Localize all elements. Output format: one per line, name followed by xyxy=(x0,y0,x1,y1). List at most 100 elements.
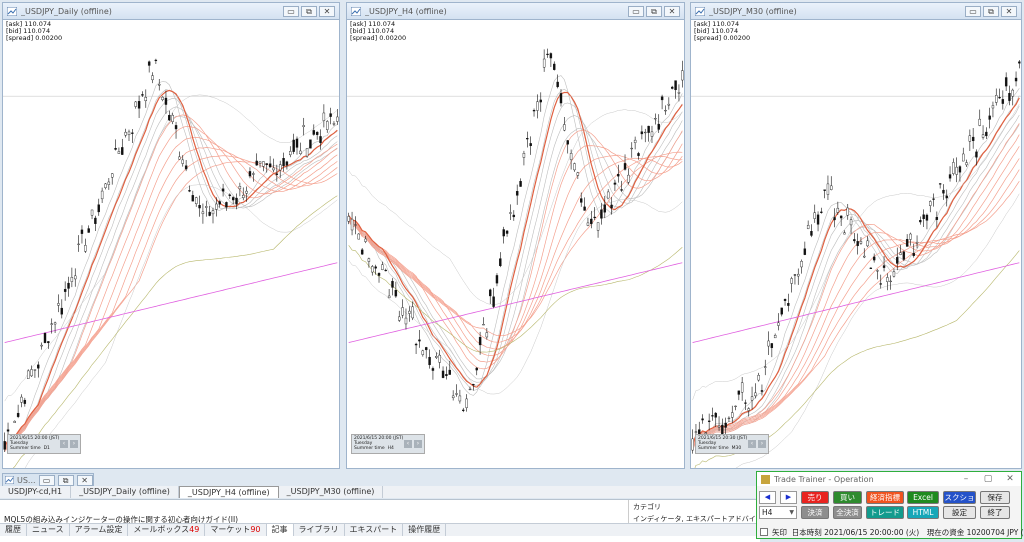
close-button[interactable]: ✕ xyxy=(319,5,335,17)
chart-canvas[interactable] xyxy=(347,20,684,468)
trainer-button[interactable]: 経済指標 xyxy=(866,491,904,504)
panel-next-button[interactable]: › xyxy=(758,440,766,448)
candle-body xyxy=(30,369,33,377)
candle-body xyxy=(326,121,329,130)
ma-line xyxy=(4,147,338,450)
minimize-button[interactable]: ▭ xyxy=(628,5,644,17)
panel-summer: Summer time xyxy=(10,446,41,451)
candle-body xyxy=(84,245,87,252)
toolbox-tab[interactable]: ニュース xyxy=(27,524,70,536)
toolbox-tab[interactable]: 履歴 xyxy=(0,524,27,536)
maximize-button[interactable]: ⧉ xyxy=(646,5,662,17)
close-button[interactable]: ✕ xyxy=(76,474,93,486)
chart-window-m30[interactable]: _USDJPY_M30 (offline) ▭ ⧉ ✕ [ask] 110.07… xyxy=(690,2,1022,469)
candle-body xyxy=(299,150,302,155)
candle-body xyxy=(899,252,902,255)
chart-canvas[interactable] xyxy=(3,20,339,468)
candle-body xyxy=(674,80,677,91)
price-chart[interactable] xyxy=(3,20,339,468)
candle-body xyxy=(127,131,131,136)
candle-body xyxy=(354,224,357,226)
candle-body xyxy=(445,374,448,377)
price-chart[interactable] xyxy=(691,20,1021,468)
next-bar-button[interactable]: ▶ xyxy=(780,491,797,504)
minimize-button[interactable]: ▭ xyxy=(283,5,299,17)
trainer-button[interactable]: 決済 xyxy=(801,506,829,519)
trainer-maximize-button[interactable]: ▢ xyxy=(977,474,999,484)
ma-line xyxy=(348,102,683,386)
candle-body xyxy=(823,189,826,191)
restore-button[interactable]: ▭ xyxy=(38,474,55,486)
chart-titlebar[interactable]: _USDJPY_Daily (offline) ▭ ⧉ ✕ xyxy=(3,3,339,20)
maximize-button[interactable]: ⧉ xyxy=(57,474,74,486)
panel-prev-button[interactable]: ‹ xyxy=(404,440,412,448)
trainer-button[interactable]: 売り xyxy=(801,491,829,504)
toolbox-tab[interactable]: 記事 xyxy=(266,524,294,536)
chart-titlebar[interactable]: _USDJPY_H4 (offline) ▭ ⧉ ✕ xyxy=(347,3,684,20)
trainer-button[interactable]: 買い xyxy=(833,491,862,504)
candle-body xyxy=(777,322,780,326)
trainer-app-icon xyxy=(761,474,770,484)
candle-body xyxy=(309,139,312,149)
chart-tab[interactable]: _USDJPY_M30 (offline) xyxy=(279,486,384,498)
long-ma-magenta xyxy=(348,262,683,343)
candle-body xyxy=(932,198,935,200)
panel-prev-button[interactable]: ‹ xyxy=(748,440,756,448)
panel-prev-button[interactable]: ‹ xyxy=(60,440,68,448)
ma-line xyxy=(692,146,1020,448)
chart-canvas[interactable] xyxy=(691,20,1021,468)
ma-line xyxy=(4,98,338,450)
candle-body xyxy=(813,212,816,219)
candle-body xyxy=(767,340,770,347)
toolbox-tab[interactable]: メールボックス49 xyxy=(128,524,206,536)
maximize-button[interactable]: ⧉ xyxy=(983,5,999,17)
chart-tab[interactable]: _USDJPY_H4 (offline) xyxy=(178,486,279,498)
arrow-checkbox[interactable] xyxy=(760,528,768,536)
trainer-close-button[interactable]: ✕ xyxy=(999,474,1021,484)
toolbox-tab[interactable]: ライブラリ xyxy=(294,524,345,536)
candle-body xyxy=(740,382,744,393)
chart-window-daily[interactable]: _USDJPY_Daily (offline) ▭ ⧉ ✕ [ask] 110.… xyxy=(2,2,340,469)
panel-next-button[interactable]: › xyxy=(414,440,422,448)
trainer-button[interactable]: 保存 xyxy=(980,491,1010,504)
toolbox-tab[interactable]: マーケット90 xyxy=(205,524,267,536)
close-button[interactable]: ✕ xyxy=(1001,5,1017,17)
candle-body xyxy=(6,429,10,432)
candle-body xyxy=(580,198,583,203)
trainer-minimize-button[interactable]: – xyxy=(955,474,977,484)
price-info: [ask] 110.074 [bid] 110.074 [spread] 0.0… xyxy=(6,21,62,42)
maximize-button[interactable]: ⧉ xyxy=(301,5,317,17)
candle-body xyxy=(600,209,603,219)
trainer-button[interactable]: Excel xyxy=(907,491,939,504)
trainer-button[interactable]: 終了 xyxy=(980,506,1010,519)
trainer-button[interactable]: 全決済 xyxy=(833,506,862,519)
trainer-button[interactable]: スクショ xyxy=(943,491,976,504)
panel-timeframe: D1 xyxy=(43,446,50,451)
chart-titlebar[interactable]: _USDJPY_M30 (offline) ▭ ⧉ ✕ xyxy=(691,3,1021,20)
trainer-button[interactable]: 設定 xyxy=(943,506,976,519)
candle-body xyxy=(886,277,889,282)
trainer-button[interactable]: トレード xyxy=(866,506,904,519)
close-button[interactable]: ✕ xyxy=(664,5,680,17)
timeframe-select[interactable]: H4 ▼ xyxy=(759,506,797,519)
candle-body xyxy=(556,81,559,88)
price-chart[interactable] xyxy=(347,20,684,468)
trainer-titlebar[interactable]: Trade Trainer - Operation – ▢ ✕ xyxy=(757,472,1021,486)
minimize-button[interactable]: ▭ xyxy=(965,5,981,17)
chart-tab[interactable]: _USDJPY_Daily (offline) xyxy=(71,486,179,498)
candle-body xyxy=(754,392,757,397)
minimized-chart-window[interactable]: US... ▭ ⧉ ✕ xyxy=(2,473,94,487)
panel-next-button[interactable]: › xyxy=(70,440,78,448)
prev-bar-button[interactable]: ◀ xyxy=(759,491,776,504)
toolbox-tab[interactable]: エキスパート xyxy=(345,524,404,536)
time-panel: 2021/6/15 20:30 (JST) Tuesday Summer tim… xyxy=(695,434,769,454)
candle-body xyxy=(573,163,576,171)
toolbox-tab[interactable]: アラーム設定 xyxy=(70,524,129,536)
candle-body xyxy=(948,174,952,179)
candle-body xyxy=(347,216,350,222)
chart-tab[interactable]: USDJPY-cd,H1 xyxy=(0,486,72,498)
chart-window-h4[interactable]: _USDJPY_H4 (offline) ▭ ⧉ ✕ [ask] 110.074… xyxy=(346,2,685,469)
trainer-button[interactable]: HTML xyxy=(907,506,939,519)
toolbox-tab[interactable]: 操作履歴 xyxy=(403,524,447,536)
candle-body xyxy=(391,280,394,288)
